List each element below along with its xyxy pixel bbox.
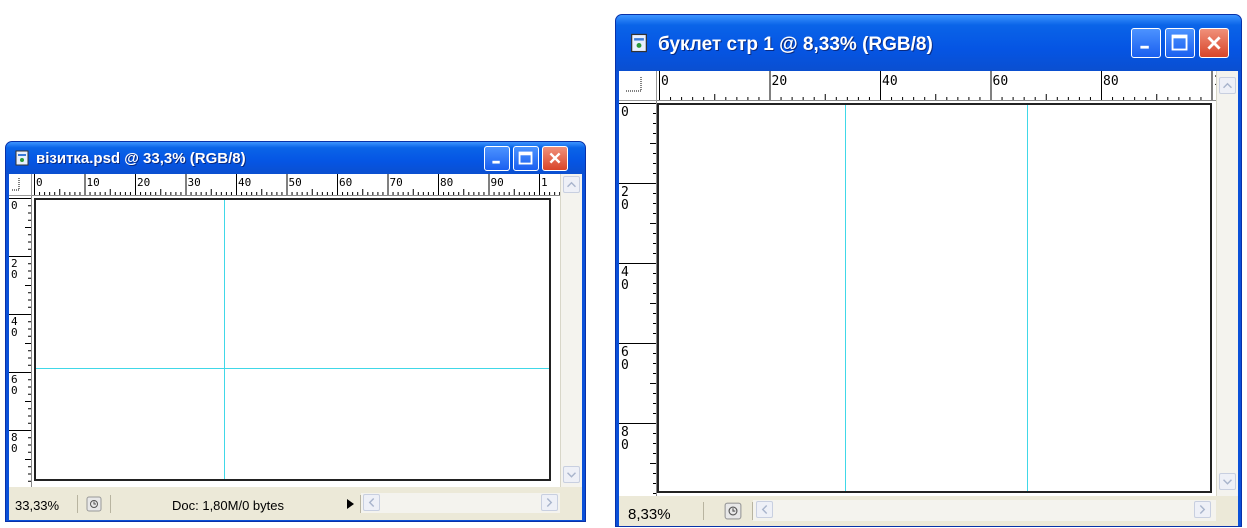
ruler-label: 80 [440, 176, 453, 189]
status-menu-icon[interactable] [86, 496, 102, 512]
document-canvas[interactable] [34, 198, 551, 481]
vertical-ruler[interactable]: 020406080 [619, 101, 657, 496]
title-bar[interactable]: візитка.psd @ 33,3% (RGB/8) [6, 142, 585, 174]
document-window-vizytka[interactable]: візитка.psd @ 33,3% (RGB/8) 0 10 20 30 40 50 6… [5, 141, 586, 522]
canvas-area[interactable] [657, 101, 1216, 496]
window-client: 0 10 20 30 40 50 60 70 80 90 1 020406080 33,33% [9, 174, 582, 520]
window-title: буклет стр 1 @ 8,33% (RGB/8) [658, 34, 933, 55]
ruler-label: 70 [390, 176, 403, 189]
ruler-origin[interactable] [9, 174, 32, 196]
minimize-button[interactable] [1131, 28, 1161, 58]
ruler-label: 40 [238, 176, 251, 189]
horizontal-ruler[interactable]: 0204060801 [657, 71, 1216, 101]
ruler-label: 1 [541, 176, 548, 189]
ruler-label: 30 [188, 176, 201, 189]
maximize-button[interactable] [1165, 28, 1195, 58]
document-window-buklet[interactable]: буклет стр 1 @ 8,33% (RGB/8) 0204060801 … [615, 14, 1242, 527]
triangle-right-icon[interactable] [344, 497, 356, 511]
vertical-scrollbar[interactable] [1216, 71, 1238, 496]
ruler-label: 90 [491, 176, 504, 189]
close-icon [1207, 36, 1221, 50]
scroll-right-button[interactable] [541, 494, 558, 511]
scroll-left-button[interactable] [363, 494, 380, 511]
scroll-up-icon [567, 181, 576, 188]
close-icon [549, 152, 561, 164]
guide-horizontal[interactable] [36, 368, 549, 369]
ruler-label: 0 [621, 438, 629, 453]
horizontal-ruler[interactable]: 0 10 20 30 40 50 60 70 80 90 1 [32, 174, 560, 196]
ruler-label: 20 [137, 176, 150, 189]
scroll-up-button[interactable] [1219, 77, 1236, 94]
scroll-right-icon [1199, 505, 1206, 514]
vertical-scrollbar[interactable] [560, 174, 582, 487]
scroll-down-button[interactable] [1219, 473, 1236, 490]
scroll-right-button[interactable] [1194, 501, 1211, 518]
maximize-icon [1171, 34, 1188, 51]
minimize-icon [1140, 45, 1149, 49]
ruler-label: 0 [11, 199, 18, 212]
horizontal-scrollbar[interactable] [361, 493, 560, 513]
status-bar: 8,33% [619, 496, 1238, 526]
guide-vertical-1[interactable] [845, 105, 846, 491]
ruler-label: 40 [882, 74, 898, 89]
ruler-origin[interactable] [619, 71, 657, 101]
window-client: 0204060801 020406080 8,33% [619, 71, 1238, 526]
ruler-label: 20 [772, 74, 788, 89]
scroll-down-icon [567, 472, 576, 478]
ruler-label: 0 [661, 74, 669, 89]
ruler-label: 60 [339, 176, 352, 189]
ruler-label: 0 [11, 326, 18, 339]
ruler-label: 0 [621, 198, 629, 213]
close-button[interactable] [542, 146, 568, 171]
status-bar: 33,33% Doc: 1,80M/0 bytes [9, 487, 582, 520]
ruler-label: 0 [621, 278, 629, 293]
guide-vertical[interactable] [224, 200, 225, 479]
ruler-label: 0 [621, 105, 629, 120]
guide-vertical-2[interactable] [1027, 105, 1028, 491]
document-canvas[interactable] [657, 103, 1212, 493]
scroll-up-button[interactable] [563, 176, 580, 193]
close-button[interactable] [1199, 28, 1229, 58]
canvas-area[interactable] [32, 196, 560, 487]
ruler-label: 0 [11, 442, 18, 455]
scroll-up-icon [1223, 82, 1232, 89]
vertical-ruler[interactable]: 020406080 [9, 196, 32, 487]
ruler-label: 0 [11, 268, 18, 281]
ruler-label: 0 [621, 358, 629, 373]
scroll-down-button[interactable] [563, 466, 580, 483]
scroll-down-icon [1223, 479, 1232, 485]
document-icon [628, 32, 650, 54]
ruler-label: 0 [11, 384, 18, 397]
zoom-field[interactable]: 8,33% [628, 506, 671, 523]
ruler-label: 60 [993, 74, 1009, 89]
minimize-icon [492, 160, 500, 164]
window-title: візитка.psd @ 33,3% (RGB/8) [36, 150, 246, 167]
minimize-button[interactable] [484, 146, 510, 171]
doc-info: Doc: 1,80M/0 bytes [172, 498, 284, 513]
scroll-right-icon [546, 498, 553, 507]
document-icon [13, 149, 31, 167]
scroll-left-icon [368, 498, 375, 507]
scroll-left-icon [761, 505, 768, 514]
zoom-field[interactable]: 33,33% [15, 498, 59, 513]
status-menu-icon[interactable] [724, 502, 742, 520]
ruler-label: 50 [289, 176, 302, 189]
maximize-icon [518, 151, 533, 165]
ruler-label: 0 [36, 176, 43, 189]
title-bar[interactable]: буклет стр 1 @ 8,33% (RGB/8) [616, 15, 1241, 71]
maximize-button[interactable] [513, 146, 539, 171]
ruler-label: 10 [87, 176, 100, 189]
scroll-left-button[interactable] [756, 501, 773, 518]
ruler-label: 80 [1103, 74, 1119, 89]
horizontal-scrollbar[interactable] [753, 500, 1216, 521]
